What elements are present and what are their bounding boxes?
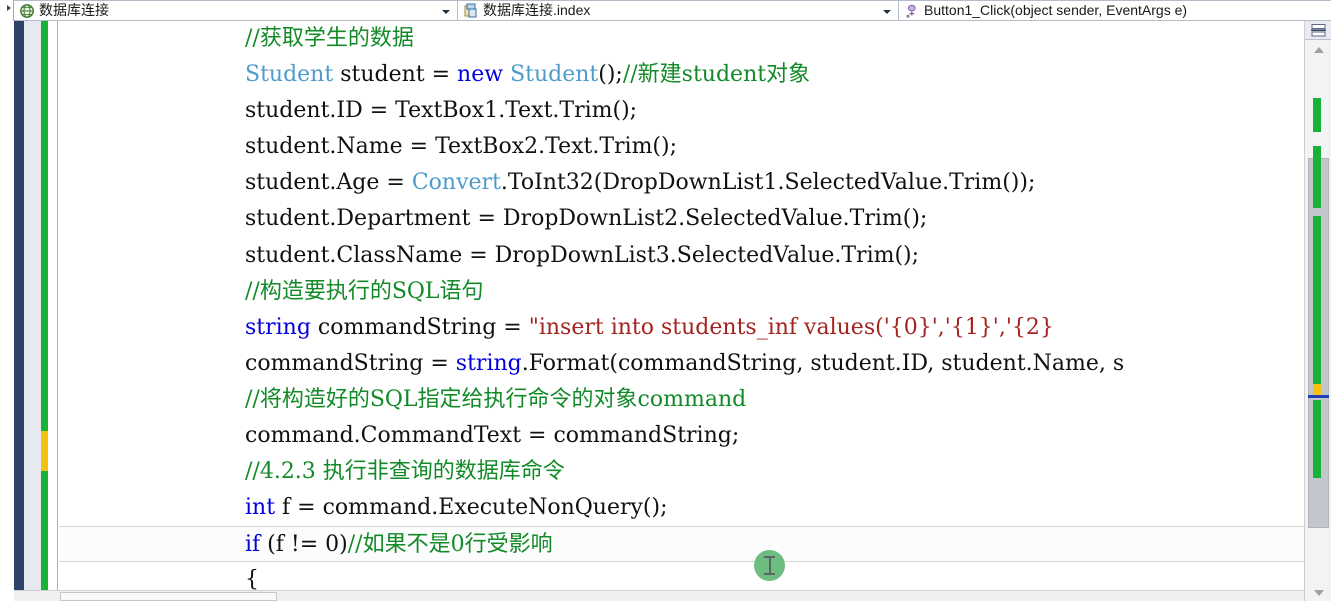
code-token-plain: ();	[598, 62, 623, 88]
code-token-plain: student.ID = TextBox1.Text.Trim();	[245, 98, 638, 124]
navbar-overflow-chevron[interactable]	[0, 0, 14, 21]
line-student-age[interactable]: student.Age = Convert.ToInt32(DropDownLi…	[59, 165, 1304, 201]
code-token-plain: f = command.ExecuteNonQuery();	[275, 495, 668, 521]
code-text-area[interactable]: //获取学生的数据 Student student = new Student()…	[59, 21, 1304, 591]
code-token-plain: .ToInt32(DropDownList1.SelectedValue.Tri…	[500, 170, 1036, 196]
line-command-string-decl[interactable]: string commandString = "insert into stud…	[59, 310, 1304, 346]
line-comment-build-sql[interactable]: //构造要执行的SQL语句	[59, 274, 1304, 310]
line-student-name[interactable]: student.Name = TextBox2.Text.Trim();	[59, 129, 1304, 165]
vertical-scrollbar-track[interactable]	[1305, 58, 1331, 584]
change-marker-unsaved	[41, 431, 48, 471]
code-token-keyword: string	[455, 350, 522, 376]
code-token-string: "insert into students_inf values('{0}','…	[528, 314, 1054, 340]
chevron-down-icon[interactable]	[442, 10, 450, 14]
line-new-student[interactable]: Student student = new Student();//新建stud…	[59, 57, 1304, 93]
code-token-plain: commandString =	[310, 314, 529, 340]
code-token-keyword: string	[245, 314, 311, 340]
line-command-commandtext[interactable]: command.CommandText = commandString;	[59, 418, 1304, 454]
scroll-down-arrow-icon[interactable]	[1305, 584, 1331, 601]
method-icon	[903, 3, 921, 19]
editor-navigation-bar: 数据库连接 数据库连接.index Button1_Click(object s…	[0, 0, 1331, 21]
code-token-comment: //如果不是0行受影响	[347, 532, 553, 558]
code-token-type: Student	[245, 62, 334, 88]
code-token-plain: {	[245, 567, 259, 591]
text-ibeam-cursor	[754, 550, 785, 581]
code-token-comment: //新建student对象	[622, 62, 811, 88]
editor-navy-rail	[14, 21, 24, 591]
code-token-plain: .Format(commandString, student.ID, stude…	[521, 350, 1125, 376]
scrollbar-change-marker	[1313, 146, 1321, 208]
line-if-check[interactable]: if (f != 0)//如果不是0行受影响	[59, 526, 1304, 563]
line-command-string-format[interactable]: commandString = string.Format(commandStr…	[59, 346, 1304, 382]
horizontal-scrollbar[interactable]	[14, 590, 1304, 601]
change-marker-saved	[41, 21, 48, 431]
code-token-keyword: int	[245, 495, 276, 521]
vertical-scrollbar[interactable]	[1304, 21, 1331, 601]
project-dropdown[interactable]: 数据库连接	[14, 0, 458, 21]
line-execute-nonquery[interactable]: int f = command.ExecuteNonQuery();	[59, 490, 1304, 526]
change-marker-saved	[41, 471, 48, 591]
code-token-plain: student.ClassName = DropDownList3.Select…	[245, 242, 920, 268]
change-tracking-margin	[41, 21, 48, 591]
line-student-department[interactable]: student.Department = DropDownList2.Selec…	[59, 201, 1304, 237]
code-token-plain: student.Name = TextBox2.Text.Trim();	[245, 134, 678, 160]
editor-margin-divider	[48, 21, 58, 591]
selection-margin[interactable]	[24, 21, 41, 591]
code-token-comment: //构造要执行的SQL语句	[245, 278, 484, 304]
line-student-id[interactable]: student.ID = TextBox1.Text.Trim();	[59, 93, 1304, 129]
code-token-plain: (f != 0)	[260, 532, 348, 558]
code-token-plain: student =	[333, 62, 458, 88]
horizontal-scrollbar-thumb[interactable]	[60, 592, 277, 601]
indicator-margin[interactable]	[0, 21, 14, 591]
code-token-plain: student.Department = DropDownList2.Selec…	[245, 206, 928, 232]
code-token-plain: student.Age =	[245, 170, 412, 196]
line-comment-assign-sql[interactable]: //将构造好的SQL指定给执行命令的对象command	[59, 382, 1304, 418]
line-comment-423[interactable]: //4.2.3 执行非查询的数据库命令	[59, 454, 1304, 490]
code-editor: //获取学生的数据 Student student = new Student()…	[0, 21, 1331, 601]
scrollbar-change-marker	[1313, 98, 1321, 132]
code-token-plain: command.CommandText = commandString;	[245, 423, 740, 449]
class-file-icon	[462, 3, 480, 19]
code-token-keyword: if	[245, 532, 261, 558]
code-token-plain: commandString =	[245, 350, 456, 376]
code-token-type: Convert	[411, 170, 501, 196]
scroll-up-arrow-icon[interactable]	[1305, 41, 1331, 58]
code-token-keyword: new	[457, 62, 504, 88]
member-dropdown[interactable]: 数据库连接.index	[458, 0, 899, 21]
line-student-classname[interactable]: student.ClassName = DropDownList3.Select…	[59, 238, 1304, 274]
scrollbar-change-marker	[1313, 216, 1321, 384]
project-dropdown-label: 数据库连接	[39, 2, 109, 18]
code-token-comment: //获取学生的数据	[245, 26, 414, 51]
code-token-comment: //4.2.3 执行非查询的数据库命令	[245, 459, 565, 485]
method-dropdown-label: Button1_Click(object sender, EventArgs e…	[924, 2, 1188, 18]
scrollbar-change-marker	[1313, 400, 1321, 478]
member-dropdown-label: 数据库连接.index	[483, 2, 591, 18]
method-dropdown[interactable]: Button1_Click(object sender, EventArgs e…	[899, 0, 1331, 21]
code-token-comment: //将构造好的SQL指定给执行命令的对象command	[245, 386, 747, 412]
line-open-brace[interactable]: {	[59, 562, 1304, 591]
split-view-icon[interactable]	[1305, 21, 1331, 40]
scrollbar-caret-marker	[1308, 395, 1329, 398]
project-globe-icon	[18, 3, 36, 19]
chevron-down-icon[interactable]	[883, 10, 891, 14]
line-comment-get-student-data[interactable]: //获取学生的数据	[59, 21, 1304, 57]
code-token-type: Student	[510, 62, 599, 88]
